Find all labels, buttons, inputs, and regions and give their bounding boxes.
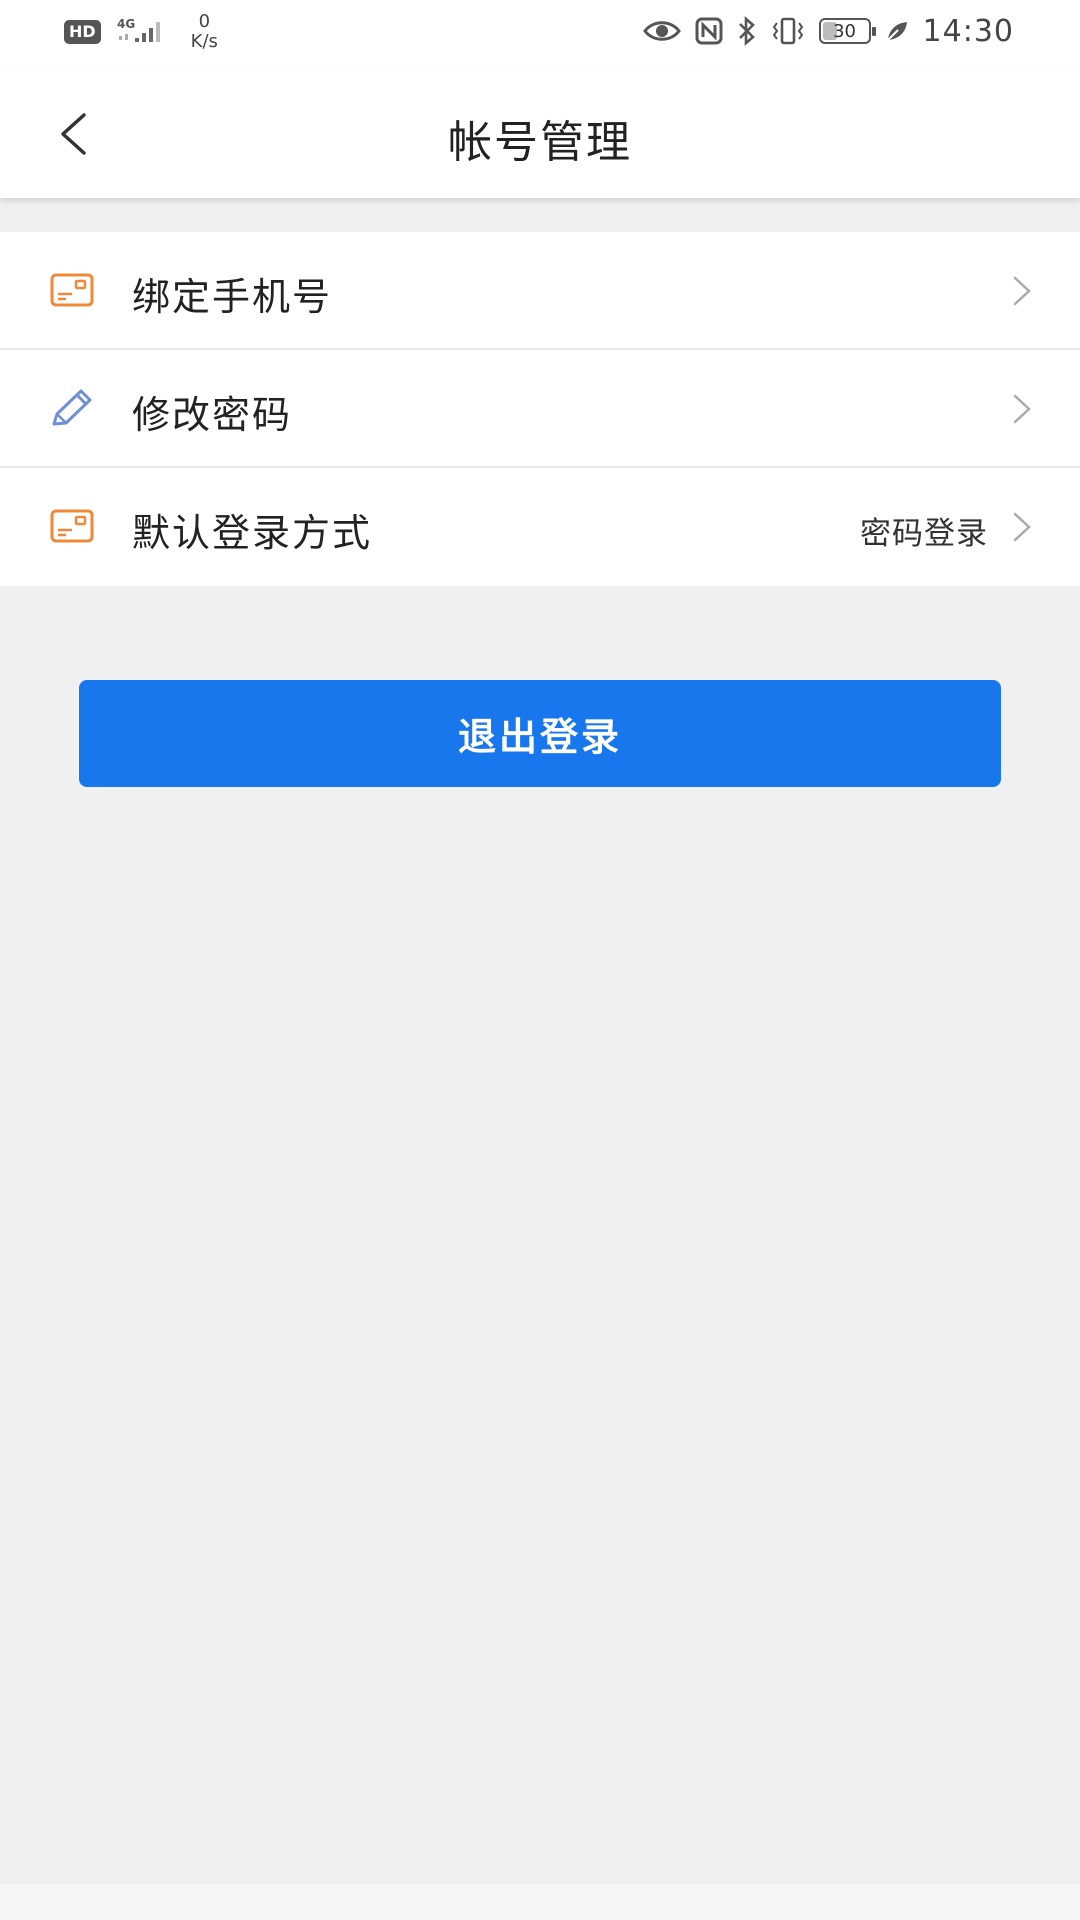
- page-title: 帐号管理: [448, 117, 632, 168]
- status-right: 30 14:30: [629, 12, 1014, 50]
- list-item-bind-phone[interactable]: 绑定手机号: [0, 232, 1080, 350]
- chevron-right-icon: [1013, 512, 1031, 542]
- signal-icon: 4G: [115, 16, 167, 52]
- eye-icon: [642, 19, 681, 43]
- list-item-label: 修改密码: [132, 393, 293, 437]
- status-bar: HD 4G 0 K/s 30 14:30: [0, 0, 1080, 70]
- settings-list: 绑定手机号 修改密码 默认登录方式 密码登录: [0, 232, 1080, 586]
- vibrate-icon: [771, 17, 805, 45]
- battery-icon: 30: [818, 18, 876, 44]
- battery-level: 30: [833, 20, 856, 42]
- status-left: HD 4G 0 K/s: [64, 12, 218, 52]
- list-item-default-login[interactable]: 默认登录方式 密码登录: [0, 468, 1080, 586]
- list-item-value: 密码登录: [860, 516, 988, 552]
- card-icon: [50, 273, 94, 307]
- bluetooth-icon: [737, 16, 757, 46]
- hd-badge: HD: [64, 20, 101, 44]
- card-icon: [50, 509, 94, 543]
- network-type-label: 4G: [117, 17, 135, 31]
- chevron-right-icon: [1013, 394, 1031, 424]
- nfc-icon: [695, 17, 723, 45]
- net-speed: 0 K/s: [191, 12, 218, 52]
- net-speed-value: 0: [198, 11, 211, 32]
- list-item-label: 默认登录方式: [132, 511, 373, 555]
- screen: HD 4G 0 K/s 30 14:30 帐号管理 绑定手机号 修改密码 默认登…: [0, 0, 1080, 1920]
- leaf-icon: [885, 19, 909, 43]
- title-bar: 帐号管理: [0, 70, 1080, 198]
- list-item-change-password[interactable]: 修改密码: [0, 350, 1080, 468]
- net-speed-unit: K/s: [190, 31, 218, 52]
- pencil-icon: [52, 389, 92, 426]
- list-item-label: 绑定手机号: [132, 275, 333, 319]
- bottom-strip: [0, 1884, 1080, 1920]
- clock: 14:30: [922, 13, 1014, 49]
- chevron-right-icon: [1013, 276, 1031, 306]
- logout-button[interactable]: 退出登录: [79, 680, 1001, 787]
